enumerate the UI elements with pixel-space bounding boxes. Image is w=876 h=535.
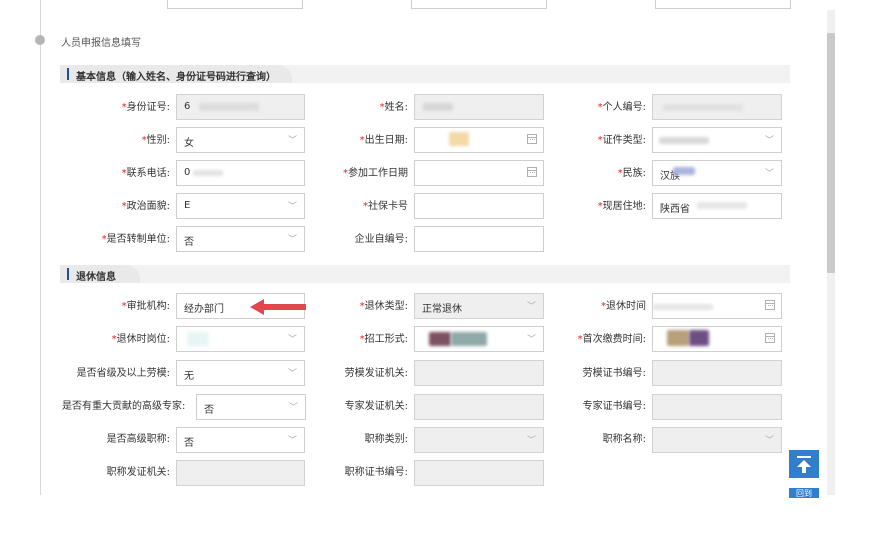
expert-issuer-label: 专家发证机关: — [344, 401, 408, 412]
calendar-icon[interactable] — [765, 300, 775, 310]
cert-type-label: *证件类型: — [597, 135, 646, 146]
company-no-label: 企业自编号: — [354, 234, 408, 245]
top-field-1[interactable] — [167, 0, 303, 9]
timeline-line — [40, 0, 41, 495]
transferred-unit-select[interactable]: 否 ﹀ — [176, 226, 305, 252]
calendar-icon[interactable] — [527, 134, 537, 144]
section-marker — [67, 268, 69, 280]
gender-label: *性别: — [141, 135, 170, 146]
address-input[interactable]: 陕西省 — [652, 193, 782, 219]
phone-input[interactable]: 0 — [176, 160, 305, 186]
title-issuer-label: 职称发证机关: — [106, 467, 170, 478]
back-to-top-button[interactable] — [789, 450, 819, 478]
birth-date-label: *出生日期: — [359, 135, 408, 146]
chevron-down-icon: ﹀ — [526, 302, 536, 312]
page-title: 人员申报信息填写 — [61, 38, 141, 49]
top-field-2[interactable] — [411, 0, 547, 9]
section-retire: 退休信息 — [60, 265, 790, 283]
expert-label: 是否有重大贡献的高级专家: — [62, 401, 186, 412]
ethnicity-select[interactable]: 汉族 ﹀ — [652, 160, 782, 186]
company-no-input[interactable] — [414, 226, 544, 252]
retire-type-select[interactable]: 正常退休 ﹀ — [414, 293, 544, 319]
model-worker-label: 是否省级及以上劳模: — [76, 368, 170, 379]
political-select[interactable]: E ﹀ — [176, 193, 305, 219]
title-cert-no-input[interactable] — [414, 460, 544, 486]
arrow-up-icon — [797, 456, 811, 458]
chevron-down-icon: ﹀ — [287, 202, 297, 212]
section-retire-title: 退休信息 — [76, 272, 116, 283]
chevron-down-icon: ﹀ — [287, 369, 297, 379]
retire-type-label: *退休类型: — [359, 301, 408, 312]
ethnicity-label: *民族: — [617, 168, 646, 179]
first-pay-time-input[interactable] — [652, 326, 782, 352]
section-basic: 基本信息（输入姓名、身份证号码进行查询） — [60, 65, 790, 83]
name-label: *姓名: — [379, 102, 408, 113]
model-worker-select[interactable]: 无 ﹀ — [176, 360, 305, 386]
first-pay-time-label: *首次缴费时间: — [577, 334, 646, 345]
arrow-up-icon-stem — [802, 467, 806, 473]
senior-title-label: 是否高级职称: — [106, 434, 170, 445]
top-field-3[interactable] — [655, 0, 791, 9]
chevron-down-icon: ﹀ — [764, 436, 774, 446]
red-arrow-icon — [250, 299, 306, 315]
social-card-label: *社保卡号 — [363, 201, 408, 212]
transferred-unit-label: *是否转制单位: — [101, 234, 170, 245]
personal-no-label: *个人编号: — [597, 102, 646, 113]
title-cert-no-label: 职称证书编号: — [344, 467, 408, 478]
calendar-icon[interactable] — [765, 333, 775, 343]
title-category-select[interactable]: ﹀ — [414, 427, 544, 453]
retire-post-select[interactable]: ﹀ — [176, 326, 305, 352]
personal-no-input[interactable] — [652, 94, 782, 120]
retire-time-input[interactable] — [652, 293, 782, 319]
gender-select[interactable]: 女 ﹀ — [176, 127, 305, 153]
chevron-down-icon: ﹀ — [526, 335, 536, 345]
calendar-icon[interactable] — [527, 167, 537, 177]
timeline-bullet — [35, 35, 45, 45]
chevron-down-icon: ﹀ — [287, 136, 297, 146]
address-label: *现居住地: — [597, 201, 646, 212]
name-input[interactable] — [414, 94, 544, 120]
chevron-down-icon: ﹀ — [288, 403, 298, 413]
section-marker — [67, 68, 69, 80]
expert-issuer-input[interactable] — [414, 394, 544, 420]
work-start-label: *参加工作日期 — [343, 168, 408, 179]
expert-cert-no-label: 专家证书编号: — [582, 401, 646, 412]
id-number-label: *身份证号: — [121, 102, 170, 113]
retire-time-label: *退休时间 — [601, 301, 646, 312]
model-issuer-label: 劳模发证机关: — [344, 368, 408, 379]
expert-select[interactable]: 否 ﹀ — [196, 394, 306, 420]
title-issuer-input[interactable] — [176, 460, 305, 486]
chevron-down-icon: ﹀ — [287, 436, 297, 446]
social-card-input[interactable] — [414, 193, 544, 219]
approval-org-label: *审批机构: — [121, 301, 170, 312]
chevron-down-icon: ﹀ — [287, 235, 297, 245]
title-name-select[interactable]: ﹀ — [652, 427, 782, 453]
expert-cert-no-input[interactable] — [652, 394, 782, 420]
chevron-down-icon: ﹀ — [764, 136, 774, 146]
chevron-down-icon: ﹀ — [526, 436, 536, 446]
political-label: *政治面貌: — [121, 201, 170, 212]
model-issuer-input[interactable] — [414, 360, 544, 386]
senior-title-select[interactable]: 否 ﹀ — [176, 427, 305, 453]
arrow-up-icon-head — [797, 460, 811, 467]
cert-type-select[interactable]: ﹀ — [652, 127, 782, 153]
recruit-form-label: *招工形式: — [359, 334, 408, 345]
chevron-down-icon: ﹀ — [287, 335, 297, 345]
retire-post-label: *退休时岗位: — [111, 334, 170, 345]
back-button[interactable]: 回到 — [789, 488, 819, 498]
phone-label: *联系电话: — [121, 168, 170, 179]
section-basic-title: 基本信息（输入姓名、身份证号码进行查询） — [76, 72, 276, 83]
work-start-input[interactable] — [414, 160, 544, 186]
id-number-input[interactable]: 6 — [176, 94, 305, 120]
birth-date-input[interactable] — [414, 127, 544, 153]
scrollbar-thumb[interactable] — [827, 33, 835, 273]
title-category-label: 职称类别: — [364, 434, 408, 445]
model-cert-no-label: 劳模证书编号: — [582, 368, 646, 379]
recruit-form-select[interactable]: ﹀ — [414, 326, 544, 352]
model-cert-no-input[interactable] — [652, 360, 782, 386]
title-name-label: 职称名称: — [602, 434, 646, 445]
chevron-down-icon: ﹀ — [764, 169, 774, 179]
